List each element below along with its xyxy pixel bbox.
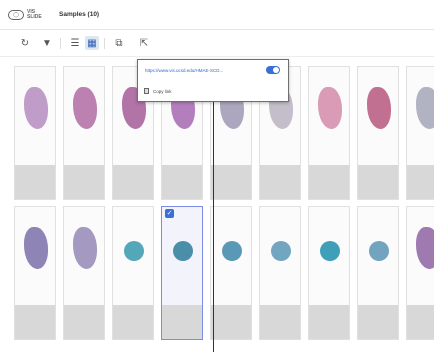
- share-link-popup: https://www.vis.ucsd.edu/HMAE-SCD... Cop…: [137, 59, 289, 102]
- sample-label: [211, 165, 251, 199]
- sample-thumbnail: [407, 67, 434, 167]
- sample-thumbnail: [211, 207, 251, 307]
- tissue-image: [318, 87, 342, 129]
- sample-label: [358, 165, 398, 199]
- sample-card[interactable]: [63, 206, 105, 340]
- filter-icon[interactable]: ▼: [40, 36, 54, 50]
- sample-label: [358, 305, 398, 339]
- tissue-image: [271, 241, 291, 261]
- sample-label: [260, 165, 300, 199]
- share-toggle[interactable]: [266, 66, 280, 74]
- sample-thumbnail: [15, 67, 55, 167]
- sample-label: [407, 305, 434, 339]
- sample-card[interactable]: [63, 66, 105, 200]
- export-icon[interactable]: ⇱: [137, 36, 151, 50]
- list-view-icon[interactable]: ☰: [68, 36, 82, 50]
- title-bar: ◯ VIS SLIDE Samples (10): [0, 0, 434, 30]
- copy-link-label: Copy link: [153, 88, 172, 94]
- tissue-image: [73, 227, 97, 269]
- sample-card[interactable]: [308, 66, 350, 200]
- sample-thumbnail: [64, 207, 104, 307]
- sample-thumbnail: [260, 207, 300, 307]
- sample-label: [113, 165, 153, 199]
- sample-label: [407, 165, 434, 199]
- logo-icon: ◯: [8, 9, 24, 20]
- tissue-image: [24, 87, 48, 129]
- copy-icon: [144, 88, 149, 94]
- sample-card[interactable]: [112, 206, 154, 340]
- app-logo: ◯ VIS SLIDE: [8, 8, 49, 20]
- sample-thumbnail: [358, 207, 398, 307]
- sample-card[interactable]: [357, 206, 399, 340]
- sample-label: [15, 305, 55, 339]
- tissue-image: [73, 87, 97, 129]
- tissue-image: [320, 241, 340, 261]
- sample-card[interactable]: [210, 206, 252, 340]
- sample-thumbnail: [64, 67, 104, 167]
- connector-line: [213, 102, 214, 352]
- sample-card[interactable]: [259, 206, 301, 340]
- app-window: ◯ VIS SLIDE Samples (10) ↻ ▼ ☰ ▦ ⧉ ⇱ ✓ h…: [0, 0, 434, 356]
- tissue-image: [24, 227, 48, 269]
- sample-label: [162, 165, 202, 199]
- sample-thumbnail: [113, 207, 153, 307]
- tissue-image: [369, 241, 389, 261]
- tissue-image: [367, 87, 391, 129]
- toolbar-divider: [104, 38, 105, 49]
- tissue-image: [416, 87, 434, 129]
- sample-thumbnail: [407, 207, 434, 307]
- page-title: Samples (10): [59, 11, 100, 18]
- sample-label: [309, 305, 349, 339]
- refresh-icon[interactable]: ↻: [18, 36, 32, 50]
- grid-view-icon[interactable]: ▦: [85, 36, 99, 50]
- sample-label: [162, 305, 202, 339]
- tissue-image: [173, 241, 193, 261]
- sample-thumbnail: [15, 207, 55, 307]
- sample-thumbnail: [309, 67, 349, 167]
- logo-text: VIS SLIDE: [27, 8, 42, 20]
- link-icon[interactable]: ⧉: [112, 36, 126, 50]
- tissue-image: [416, 227, 434, 269]
- sample-grid: ✓: [14, 66, 434, 350]
- sample-label: [260, 305, 300, 339]
- selection-checkbox[interactable]: ✓: [165, 209, 174, 218]
- sample-card[interactable]: [14, 66, 56, 200]
- sample-thumbnail: [309, 207, 349, 307]
- sample-card[interactable]: [406, 66, 434, 200]
- sample-card[interactable]: [357, 66, 399, 200]
- sample-card[interactable]: [406, 206, 434, 340]
- tissue-image: [124, 241, 144, 261]
- sample-label: [64, 165, 104, 199]
- sample-label: [309, 165, 349, 199]
- sample-label: [211, 305, 251, 339]
- sample-label: [64, 305, 104, 339]
- copy-link-button[interactable]: Copy link: [144, 88, 172, 94]
- toolbar-divider: [60, 38, 61, 49]
- sample-thumbnail: [358, 67, 398, 167]
- sample-card[interactable]: ✓: [161, 206, 203, 340]
- share-url[interactable]: https://www.vis.ucsd.edu/HMAE-SCD...: [145, 68, 263, 73]
- toolbar: ↻ ▼ ☰ ▦ ⧉ ⇱: [0, 30, 434, 57]
- tissue-image: [222, 241, 242, 261]
- sample-thumbnail: [162, 207, 202, 307]
- sample-card[interactable]: [14, 206, 56, 340]
- sample-label: [15, 165, 55, 199]
- sample-card[interactable]: [308, 206, 350, 340]
- sample-label: [113, 305, 153, 339]
